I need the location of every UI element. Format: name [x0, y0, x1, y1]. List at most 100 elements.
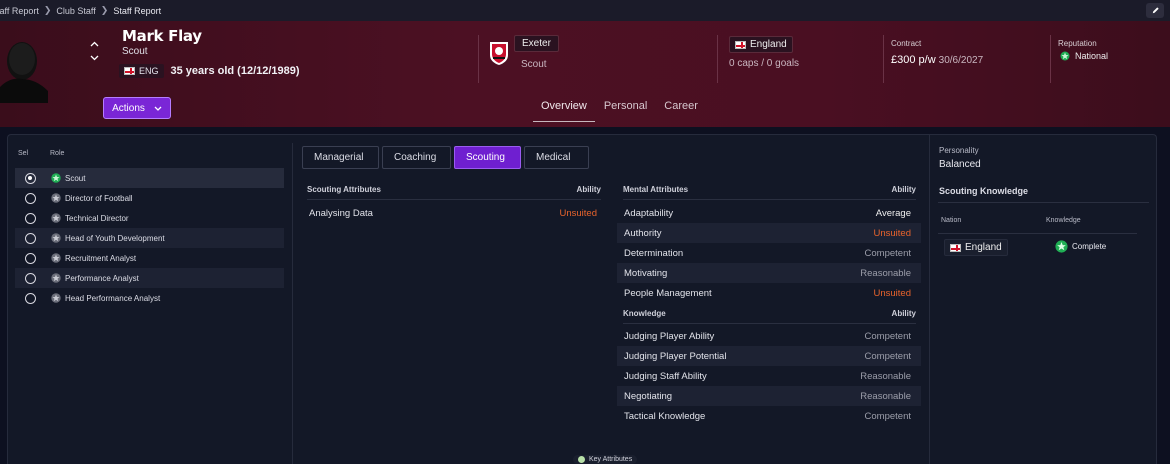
knowledge-header: Knowledge Ability — [623, 304, 916, 324]
club-badge-icon[interactable] — [488, 40, 510, 66]
next-staff-button[interactable] — [88, 53, 100, 63]
breadcrumb-item-club-staff[interactable]: Club Staff — [56, 6, 95, 16]
scouting-attributes-header: Scouting Attributes Ability — [307, 180, 601, 200]
role-label: Performance Analyst — [65, 273, 139, 283]
role-row-recruitment-analyst[interactable]: Recruitment Analyst — [15, 248, 284, 268]
attribute-value: Competent — [864, 350, 911, 362]
tab-coaching[interactable]: Coaching — [382, 146, 451, 169]
role-row-performance-analyst[interactable]: Performance Analyst — [15, 268, 284, 288]
knowledge-level: Complete — [1055, 240, 1106, 253]
role-radio[interactable] — [25, 292, 36, 304]
attribute-row[interactable]: Adaptability Average — [617, 203, 921, 223]
star-badge-icon — [51, 293, 61, 303]
attribute-row[interactable]: Tactical Knowledge Competent — [617, 406, 921, 426]
role-radio-selected[interactable] — [25, 172, 36, 184]
knowledge-nation-chip[interactable]: England — [944, 239, 1008, 256]
role-row-technical-director[interactable]: Technical Director — [15, 208, 284, 228]
actions-label: Actions — [112, 102, 145, 114]
england-flag-icon — [735, 40, 746, 49]
tab-scouting[interactable]: Scouting — [454, 146, 521, 169]
column-header-sel: Sel — [18, 150, 29, 157]
attribute-row[interactable]: Judging Player Potential Competent — [617, 346, 921, 366]
reputation-text: National — [1075, 51, 1109, 61]
role-row-director-of-football[interactable]: Director of Football — [15, 188, 284, 208]
pencil-icon — [1152, 7, 1159, 14]
role-row-head-of-youth-development[interactable]: Head of Youth Development — [15, 228, 284, 248]
attribute-row[interactable]: Analysing Data Unsuited — [302, 203, 607, 223]
tab-career[interactable]: Career — [656, 93, 706, 122]
roles-table-header: Sel Role — [18, 150, 64, 157]
attribute-row[interactable]: Judging Staff Ability Reasonable — [617, 366, 921, 386]
age-dob: 35 years old (12/12/1989) — [170, 65, 300, 77]
role-radio[interactable] — [25, 272, 36, 284]
role-row-scout[interactable]: Scout — [15, 168, 284, 188]
attribute-value: Unsuited — [873, 227, 912, 239]
chevron-right-icon: ❯ — [43, 5, 52, 15]
scouting-attributes-title: Scouting Attributes — [307, 185, 381, 194]
role-label: Head Performance Analyst — [65, 293, 161, 303]
personality-label: Personality — [939, 146, 979, 155]
star-badge-icon — [51, 253, 61, 263]
role-label: Technical Director — [65, 213, 129, 223]
star-badge-icon — [51, 213, 61, 223]
attribute-value: Unsuited — [559, 207, 598, 219]
role-radio[interactable] — [25, 232, 36, 244]
column-header-knowledge: Knowledge — [1046, 217, 1081, 224]
tab-medical[interactable]: Medical — [524, 146, 589, 169]
attribute-name: Analysing Data — [309, 207, 373, 219]
breadcrumb: taff Report ❯ Club Staff ❯ Staff Report — [0, 5, 161, 16]
edit-button[interactable] — [1146, 3, 1164, 18]
star-badge-icon — [51, 273, 61, 283]
ability-column-header: Ability — [576, 185, 601, 194]
breadcrumb-item-staff-report[interactable]: taff Report — [0, 6, 39, 16]
attribute-name: Judging Player Ability — [624, 330, 715, 342]
knowledge-title: Knowledge — [623, 309, 666, 318]
attribute-row[interactable]: Determination Competent — [617, 243, 921, 263]
attribute-name: Adaptability — [624, 207, 674, 219]
previous-staff-button[interactable] — [88, 39, 100, 49]
england-flag-icon — [950, 243, 961, 252]
tab-overview[interactable]: Overview — [533, 93, 595, 122]
england-flag-icon — [124, 67, 135, 75]
attribute-row[interactable]: Negotiating Reasonable — [617, 386, 921, 406]
key-attributes-legend[interactable]: Key Attributes — [573, 455, 638, 464]
attribute-value: Unsuited — [873, 287, 912, 299]
column-header-role: Role — [50, 150, 65, 157]
staff-navigation — [88, 39, 100, 63]
role-label: Director of Football — [65, 193, 133, 203]
avatar — [0, 42, 48, 103]
club-chip[interactable]: Exeter — [514, 35, 559, 52]
divider — [929, 135, 930, 464]
contract-wage: £300 p/w — [891, 54, 936, 66]
attribute-row[interactable]: People Management Unsuited — [617, 283, 921, 303]
tab-personal[interactable]: Personal — [596, 93, 655, 122]
chevron-down-icon — [90, 55, 98, 61]
attribute-row[interactable]: Motivating Reasonable — [617, 263, 921, 283]
attribute-row[interactable]: Judging Player Ability Competent — [617, 326, 921, 346]
attribute-value: Average — [875, 207, 911, 219]
divider — [478, 35, 479, 83]
staff-header: Mark Flay Scout ENG 35 years old (12/12/… — [0, 21, 1170, 127]
divider — [938, 233, 1137, 234]
role-label: Recruitment Analyst — [65, 253, 137, 263]
nationality-row: ENG 35 years old (12/12/1989) — [119, 64, 300, 78]
star-badge-icon — [51, 233, 61, 243]
attribute-name: Tactical Knowledge — [624, 410, 706, 422]
tab-managerial[interactable]: Managerial — [302, 146, 379, 169]
role-label: Head of Youth Development — [65, 233, 165, 243]
role-row-head-performance-analyst[interactable]: Head Performance Analyst — [15, 288, 284, 308]
role-radio[interactable] — [25, 252, 36, 264]
role-radio[interactable] — [25, 212, 36, 224]
attribute-value: Reasonable — [860, 370, 911, 382]
chevron-down-icon — [154, 106, 162, 111]
attribute-name: Negotiating — [624, 390, 673, 402]
attribute-value: Reasonable — [860, 267, 911, 279]
attribute-name: Determination — [624, 247, 684, 259]
actions-button[interactable]: Actions — [103, 97, 171, 119]
role-radio[interactable] — [25, 192, 36, 204]
international-nation: England — [750, 39, 787, 50]
attribute-row[interactable]: Authority Unsuited — [617, 223, 921, 243]
nationality-chip[interactable]: ENG — [119, 64, 164, 78]
mental-attributes-header: Mental Attributes Ability — [623, 180, 916, 200]
international-nation-chip[interactable]: England — [729, 36, 793, 53]
